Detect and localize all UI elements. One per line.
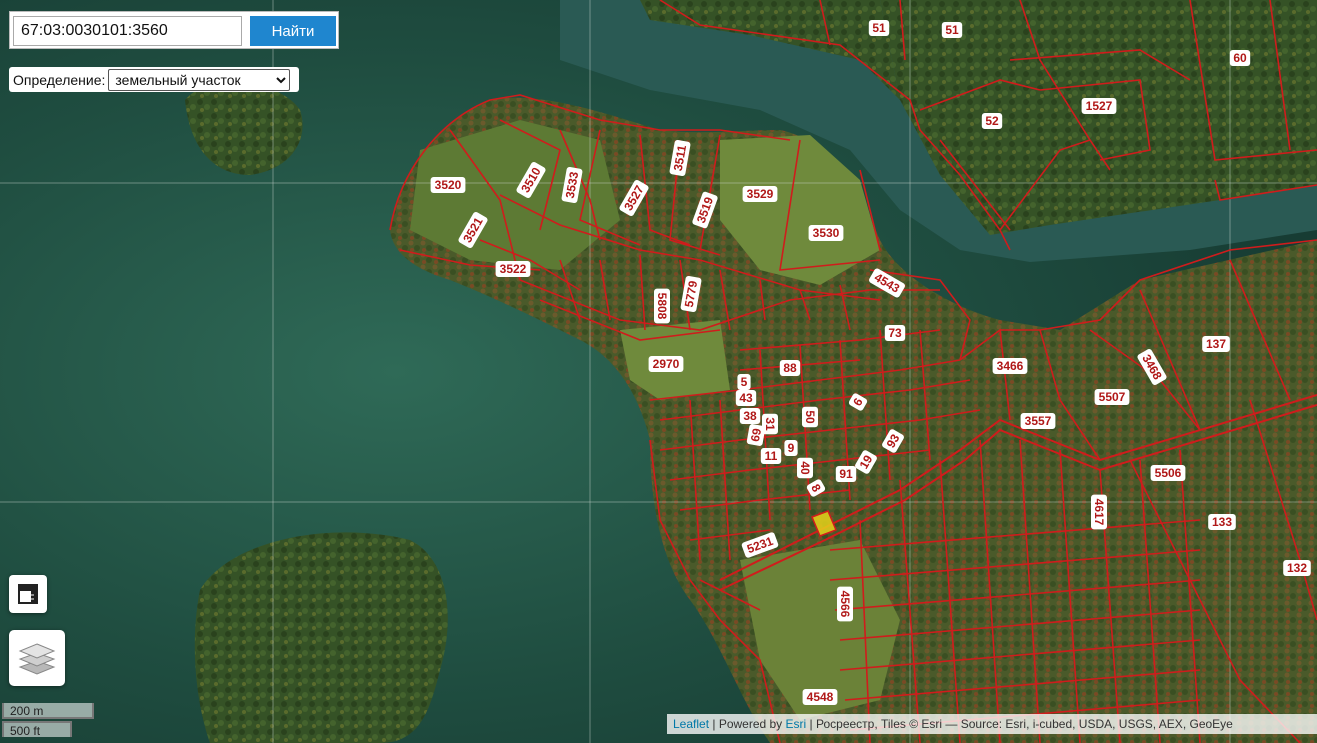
definition-label: Определение:	[13, 71, 106, 88]
parcel-label[interactable]: 3466	[992, 358, 1028, 374]
parcel-label-text: 88	[783, 361, 797, 375]
parcel-label[interactable]: 5808	[654, 288, 670, 324]
parcel-label-text: 38	[743, 409, 757, 423]
parcel-label[interactable]: 3530	[808, 225, 844, 241]
definition-control: Определение: земельный участок	[9, 67, 299, 92]
parcel-label-text: 91	[839, 467, 853, 481]
parcel-label-text: 1527	[1086, 99, 1113, 113]
parcel-label-text: 9	[788, 441, 795, 455]
parcel-label[interactable]: 60	[1229, 50, 1251, 66]
parcel-label[interactable]: 133	[1208, 514, 1236, 530]
parcel-label-text: 4548	[807, 690, 834, 704]
parcel-label[interactable]: 11	[760, 448, 782, 464]
parcel-label[interactable]: 40	[797, 457, 813, 479]
parcel-label[interactable]: 43	[735, 390, 757, 406]
parcel-label[interactable]: 52	[981, 113, 1003, 129]
island-forest	[194, 532, 448, 743]
parcel-label[interactable]: 50	[802, 406, 818, 428]
parcel-label-text: 5507	[1099, 390, 1126, 404]
parcel-label-text: 69	[748, 427, 764, 443]
parcel-label-text: 3520	[435, 178, 462, 192]
parcel-label-text: 4617	[1092, 499, 1106, 526]
esri-link[interactable]: Esri	[786, 717, 807, 731]
parcel-label[interactable]: 91	[835, 466, 857, 482]
layers-control-button[interactable]	[9, 630, 65, 686]
parcel-label[interactable]: 51	[868, 20, 890, 36]
map-canvas[interactable]: 51 51605215273520 3510 353335113527 35293519…	[0, 0, 1317, 743]
search-button[interactable]: Найти	[250, 16, 336, 46]
map-attribution: Leaflet | Powered by Esri | Росреестр, T…	[667, 714, 1317, 734]
definition-select[interactable]: земельный участок	[108, 68, 291, 91]
parcel-label-text: 51	[872, 21, 886, 35]
parcel-label-text: 4566	[838, 591, 852, 618]
cadastral-number-input[interactable]	[13, 16, 242, 46]
parcel-label-text: 50	[803, 410, 817, 424]
layers-icon	[18, 643, 56, 675]
parcel-label[interactable]: 5507	[1094, 389, 1130, 405]
parcel-label[interactable]: 38	[739, 408, 761, 424]
parcel-label[interactable]: 4617	[1091, 494, 1107, 530]
parcel-label-text: 73	[888, 326, 902, 340]
parcel-label[interactable]: 3557	[1020, 413, 1056, 429]
parcel-label[interactable]: 3522	[495, 261, 531, 277]
parcel-label[interactable]: 4548	[802, 689, 838, 705]
parcel-label-text: 51	[945, 23, 959, 37]
parcel-label[interactable]: 9	[784, 440, 798, 456]
parcel-label[interactable]: 2970	[648, 356, 684, 372]
parcel-label[interactable]: 3520	[430, 177, 466, 193]
parcel-label-text: 60	[1233, 51, 1247, 65]
scale-metric: 200 m	[2, 703, 94, 719]
parcel-label-text: 43	[739, 391, 753, 405]
parcel-label-text: 5506	[1155, 466, 1182, 480]
parcel-label-text: 5	[741, 375, 748, 389]
parcel-label-text: 3529	[747, 187, 774, 201]
measure-control-button[interactable]	[9, 575, 47, 613]
parcel-label-text: 40	[798, 461, 812, 475]
parcel-label[interactable]: 51	[941, 22, 963, 38]
attribution-powered-by: | Powered by	[709, 717, 786, 731]
parcel-label[interactable]: 137	[1202, 336, 1230, 352]
parcel-label[interactable]: 132	[1283, 560, 1311, 576]
attribution-sources: | Росреестр, Tiles © Esri — Source: Esri…	[806, 717, 1233, 731]
parcel-label[interactable]: 3529	[742, 186, 778, 202]
search-bar: Найти	[9, 11, 339, 49]
parcel-label-text: 5808	[655, 293, 669, 320]
parcel-label-text: 133	[1212, 515, 1232, 529]
parcel-label[interactable]: 73	[884, 325, 906, 341]
parcel-label-text: 2970	[653, 357, 680, 371]
scale-imperial: 500 ft	[2, 721, 72, 738]
parcel-label[interactable]: 88	[779, 360, 801, 376]
parcel-label-text: 3522	[500, 262, 527, 276]
parcel-label-text: 3466	[997, 359, 1024, 373]
parcel-label-text: 3557	[1025, 414, 1052, 428]
parcel-label[interactable]: 4566	[837, 586, 853, 622]
parcel-label-text: 3530	[813, 226, 840, 240]
parcel-label[interactable]: 5506	[1150, 465, 1186, 481]
parcel-label-text: 52	[985, 114, 999, 128]
parcel-label[interactable]: 5	[737, 374, 751, 390]
parcel-label-text: 132	[1287, 561, 1307, 575]
map-view[interactable]: 51 51 60 52 1527 3520 3510 3533 3511 3527 3529 3519…	[0, 0, 1317, 743]
leaflet-link[interactable]: Leaflet	[673, 717, 709, 731]
parcel-label-text: 11	[765, 449, 778, 463]
parcel-label[interactable]: 1527	[1081, 98, 1117, 114]
parcel-label-text: 137	[1206, 337, 1226, 351]
ruler-icon	[18, 584, 38, 604]
